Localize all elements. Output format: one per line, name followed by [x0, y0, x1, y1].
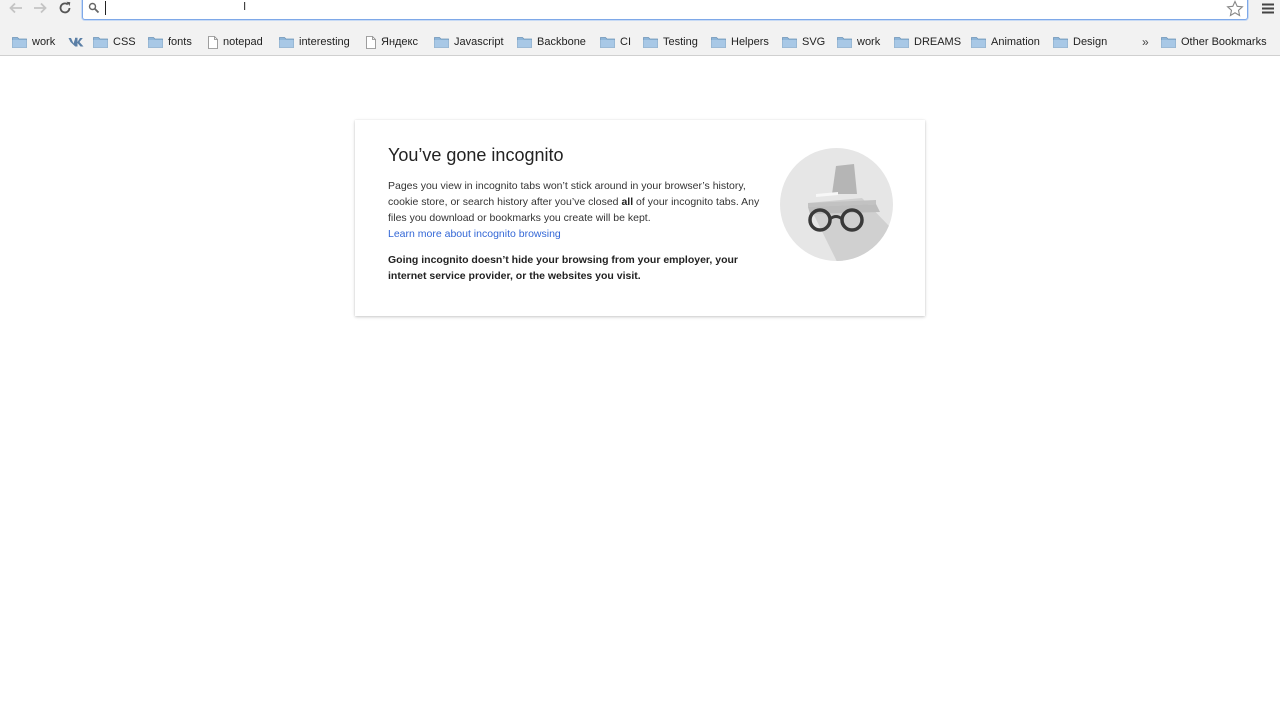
folder-icon [148, 36, 163, 48]
folder-icon [894, 36, 909, 48]
bookmark-javascript[interactable]: Javascript [434, 33, 504, 51]
incognito-spy-icon [780, 148, 893, 261]
vk-icon [68, 37, 84, 47]
folder-icon [711, 36, 726, 48]
bookmark-design[interactable]: Design [1053, 33, 1107, 51]
bookmark-fonts[interactable]: fonts [148, 33, 192, 51]
bookmark-label: interesting [299, 36, 350, 48]
folder-icon [782, 36, 797, 48]
bookmark-label: Яндекс [381, 36, 418, 48]
bookmark-label: CSS [113, 36, 136, 48]
bookmark-animation[interactable]: Animation [971, 33, 1040, 51]
bookmark-notepad[interactable]: notepad [208, 33, 263, 51]
folder-icon [1053, 36, 1068, 48]
reload-button[interactable] [54, 0, 76, 16]
bookmark-backbone[interactable]: Backbone [517, 33, 586, 51]
bookmark-ci[interactable]: CI [600, 33, 631, 51]
bookmark-label: Design [1073, 36, 1108, 48]
incognito-description-bold: all [621, 196, 634, 208]
folder-icon [434, 36, 449, 48]
page-icon [208, 35, 218, 49]
bookmark-label: CI [620, 36, 631, 48]
bookmark-label: work [857, 36, 881, 48]
bookmark-interesting[interactable]: interesting [279, 33, 350, 51]
chrome-menu-button[interactable] [1258, 0, 1278, 16]
reload-icon [59, 1, 71, 14]
other-bookmarks-label: Other Bookmarks [1181, 36, 1267, 48]
incognito-description: Pages you view in incognito tabs won’t s… [388, 178, 768, 242]
back-button[interactable] [5, 0, 27, 16]
mouse-cursor-ibeam: I [243, 0, 247, 13]
address-input[interactable] [107, 0, 1221, 18]
bookmark-label: Helpers [731, 36, 769, 48]
bookmark-dreams[interactable]: DREAMS [894, 33, 961, 51]
star-icon[interactable] [1226, 0, 1244, 18]
arrow-right-icon [34, 2, 47, 14]
folder-icon [971, 36, 986, 48]
bookmark-label: Backbone [537, 36, 586, 48]
bookmark-label: DREAMS [914, 36, 962, 48]
incognito-title: You’ve gone incognito [388, 145, 564, 165]
bookmark-work[interactable]: work [837, 33, 880, 51]
bookmark-vk[interactable] [68, 33, 84, 51]
bookmark-label: Javascript [454, 36, 504, 48]
bookmark-css[interactable]: CSS [93, 33, 136, 51]
folder-icon [93, 36, 108, 48]
bookmarks-bar: » Other Bookmarks work CSS fonts notepad int… [0, 28, 1280, 56]
bookmark-label: Testing [663, 36, 698, 48]
bookmark-work[interactable]: work [12, 33, 55, 51]
hamburger-menu-icon [1262, 3, 1274, 13]
bookmark-helpers[interactable]: Helpers [711, 33, 769, 51]
forward-button[interactable] [29, 0, 51, 16]
bookmarks-overflow-button[interactable]: » [1142, 33, 1149, 51]
learn-more-link[interactable]: Learn more about incognito browsing [388, 228, 561, 240]
folder-icon [1161, 36, 1176, 48]
bookmark-label: Animation [991, 36, 1040, 48]
bookmark-svg[interactable]: SVG [782, 33, 825, 51]
other-bookmarks-button[interactable]: Other Bookmarks [1161, 33, 1267, 51]
folder-icon [643, 36, 658, 48]
folder-icon [12, 36, 27, 48]
folder-icon [600, 36, 615, 48]
incognito-card: You’ve gone incognito Pages you view in … [355, 120, 925, 316]
page-icon [366, 35, 376, 49]
folder-icon [517, 36, 532, 48]
bookmark-label: notepad [223, 36, 263, 48]
browser-toolbar: I [0, 0, 1280, 28]
arrow-left-icon [9, 2, 22, 14]
bookmark-label: work [32, 36, 56, 48]
bookmark-label: SVG [802, 36, 826, 48]
text-caret [105, 1, 106, 15]
bookmark-testing[interactable]: Testing [643, 33, 698, 51]
bookmark-label: fonts [168, 36, 192, 48]
bookmark-яндекс[interactable]: Яндекс [366, 33, 418, 51]
folder-icon [279, 36, 294, 48]
search-icon [88, 2, 100, 14]
folder-icon [837, 36, 852, 48]
address-bar[interactable] [82, 0, 1248, 20]
incognito-warning: Going incognito doesn’t hide your browsi… [388, 254, 739, 282]
